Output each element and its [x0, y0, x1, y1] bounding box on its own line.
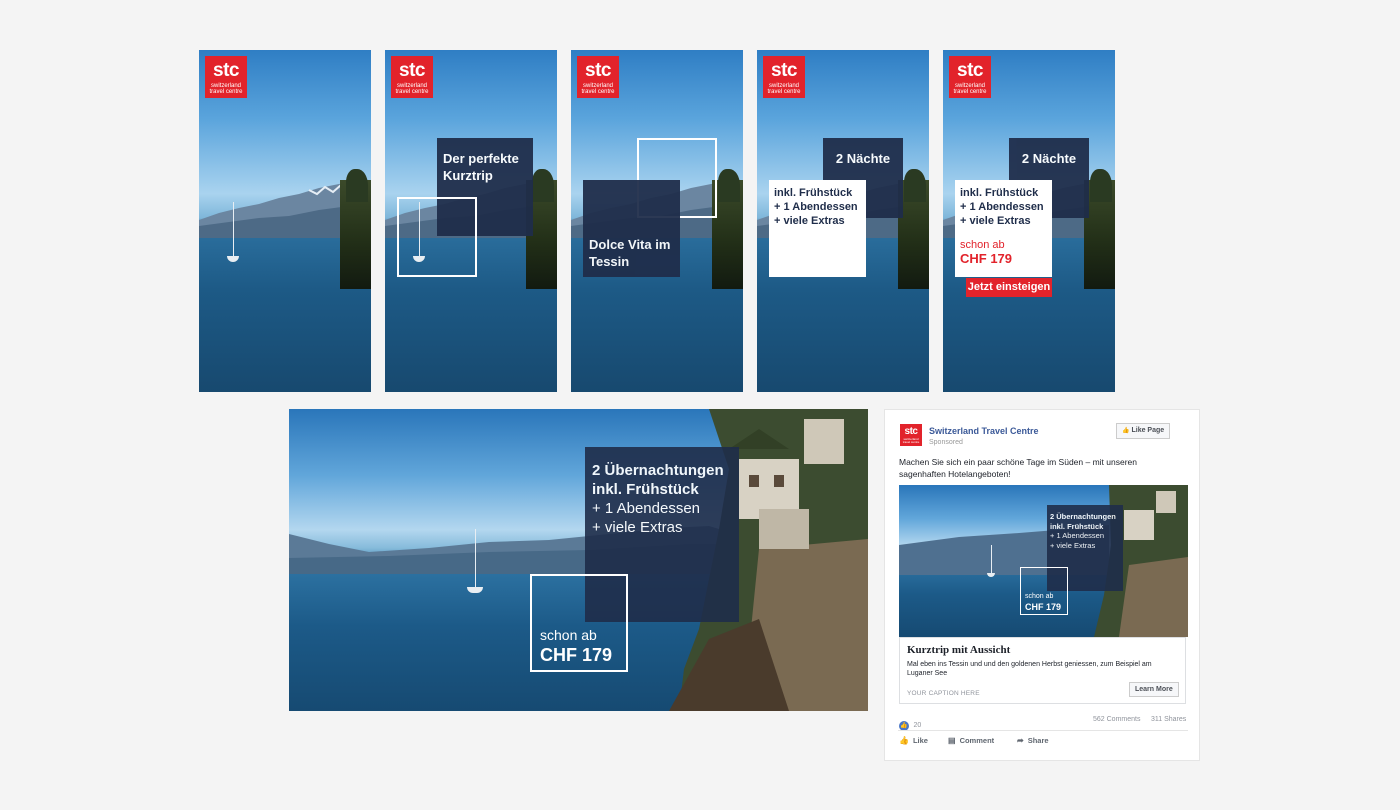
headline-text: Dolce Vita im Tessin — [589, 237, 671, 269]
divider — [898, 730, 1188, 731]
nights-text: 2 Nächte — [835, 151, 891, 166]
price-prefix: schon ab — [960, 239, 1005, 251]
extras-line-1: inkl. Frühstück — [774, 187, 853, 199]
facebook-ad-card: stc switzerland travel centre Switzerlan… — [884, 409, 1200, 761]
extras-box: inkl. Frühstück + 1 Abendessen + viele E… — [769, 180, 866, 277]
sponsored-label: Sponsored — [929, 439, 963, 446]
ad-offer-line-2: inkl. Frühstück — [1050, 521, 1104, 531]
like-page-label: Like Page — [1131, 427, 1165, 434]
cta-button[interactable]: Jetzt einsteigen — [966, 278, 1052, 297]
banner-4: stc switzerland travel centre 2 Nächte i… — [757, 50, 929, 392]
share-action-label: Share — [1027, 736, 1049, 745]
ad-offer-line-3: + 1 Abendessen — [1050, 531, 1105, 540]
page-name[interactable]: Switzerland Travel Centre — [929, 426, 1039, 436]
extras-line-3: + viele Extras — [960, 215, 1031, 227]
like-page-icon: 👍 — [1122, 428, 1130, 434]
boat-mast — [991, 545, 992, 573]
banner-3: stc switzerland travel centre Dolce Vita… — [571, 50, 743, 392]
banner-2: stc switzerland travel centre Der perfek… — [385, 50, 557, 392]
like-icon: 👍 — [899, 736, 909, 745]
link-headline[interactable]: Kurztrip mit Aussicht — [907, 644, 1010, 656]
ad-offer-line-4: + viele Extras — [1050, 540, 1096, 550]
banner-5: stc switzerland travel centre 2 Nächte i… — [943, 50, 1115, 392]
comments-count[interactable]: 562 Comments — [1093, 716, 1140, 723]
banner-1: stc switzerland travel centre — [199, 50, 371, 392]
offer-box: inkl. Frühstück + 1 Abendessen + viele E… — [955, 180, 1052, 277]
boat-mast — [233, 202, 234, 256]
sailboat — [227, 256, 239, 262]
comment-action-label: Comment — [959, 736, 995, 745]
ad-image[interactable]: 2 Übernachtungen inkl. Frühstück + 1 Abe… — [899, 485, 1188, 637]
comment-icon: ▤ — [948, 736, 956, 745]
boat-mast — [475, 529, 476, 587]
share-icon: ➦ — [1017, 736, 1024, 745]
ad-price: CHF 179 — [1025, 602, 1062, 612]
link-description: Mal eben ins Tessin und und den goldenen… — [907, 661, 1152, 677]
frame-outline — [397, 197, 477, 277]
like-action[interactable]: 👍 Like — [899, 736, 928, 745]
stc-logo: stc switzerland travel centre — [391, 56, 433, 98]
page-avatar[interactable]: stc switzerland travel centre — [900, 424, 922, 446]
ad-offer-line-1: 2 Übernachtungen — [1050, 512, 1116, 521]
offer-line-4: + viele Extras — [592, 519, 683, 536]
link-preview[interactable]: Kurztrip mit Aussicht Mal eben ins Tessi… — [899, 637, 1186, 704]
price-prefix: schon ab — [540, 627, 597, 643]
nights-text: 2 Nächte — [1021, 151, 1077, 166]
headline-box: Dolce Vita im Tessin — [583, 180, 680, 277]
stc-logo: stc switzerland travel centre — [949, 56, 991, 98]
offer-line-1: 2 Übernachtungen — [592, 462, 724, 479]
stc-logo: stc switzerland travel centre — [763, 56, 805, 98]
extras-line-2: + 1 Abendessen — [960, 201, 1044, 213]
extras-line-1: inkl. Frühstück — [960, 187, 1039, 199]
likes-count: 20 — [913, 722, 922, 729]
price: CHF 179 — [540, 645, 613, 665]
ad-price-prefix: schon ab — [1025, 593, 1054, 600]
link-caption: YOUR CAPTION HERE — [907, 690, 980, 697]
headline-text: Der perfekte Kurztrip — [443, 151, 519, 183]
extras-line-3: + viele Extras — [774, 215, 845, 227]
stc-logo: stc switzerland travel centre — [577, 56, 619, 98]
comment-action[interactable]: ▤ Comment — [948, 736, 994, 745]
like-action-label: Like — [912, 736, 928, 745]
like-page-button[interactable]: 👍 Like Page — [1116, 423, 1171, 439]
extras-line-2: + 1 Abendessen — [774, 201, 858, 213]
stc-logo: stc switzerland travel centre — [205, 56, 247, 98]
facebook-ad-content: stc switzerland travel centre Switzerlan… — [898, 416, 1188, 756]
lakeside-village — [340, 168, 371, 290]
price: CHF 179 — [960, 251, 1013, 266]
wide-banner: 2 Übernachtungen inkl. Frühstück + 1 Abe… — [289, 409, 868, 711]
offer-line-2: inkl. Frühstück — [592, 481, 699, 498]
learn-more-button[interactable]: Learn More — [1129, 682, 1179, 697]
offer-line-3: + 1 Abendessen — [592, 500, 701, 517]
post-text: Machen Sie sich ein paar schöne Tage im … — [899, 457, 1137, 479]
shares-count[interactable]: 311 Shares — [1151, 716, 1186, 723]
share-action[interactable]: ➦ Share — [1017, 736, 1049, 745]
